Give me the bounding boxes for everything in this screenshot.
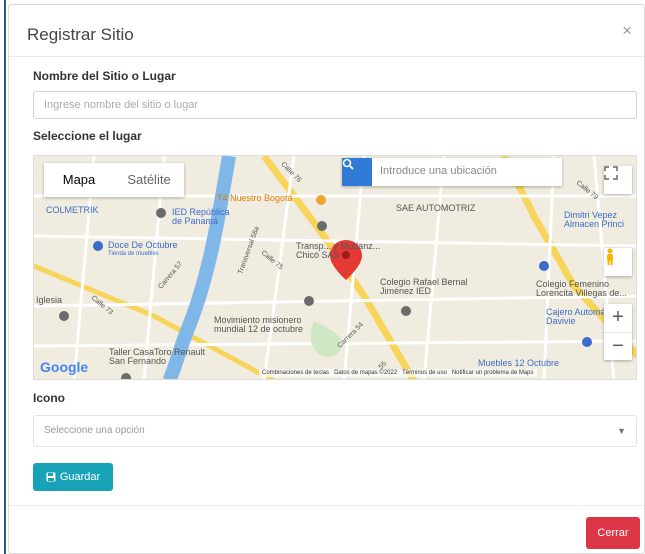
map-type-satellite-button[interactable]: Satélite [114, 163, 184, 197]
map-poi: Doce De Octubre [108, 240, 178, 250]
save-label: Guardar [59, 471, 101, 483]
google-logo: Google [40, 359, 88, 375]
chevron-down-icon: ▼ [617, 426, 626, 436]
site-name-label: Nombre del Sitio o Lugar [33, 69, 176, 83]
search-icon[interactable] [342, 158, 372, 186]
map-search-input[interactable]: Introduce una ubicación [372, 158, 562, 186]
fullscreen-icon[interactable] [604, 166, 632, 194]
map-poi: Muebles 12 Octubre [478, 358, 560, 368]
save-button[interactable]: Guardar [33, 463, 113, 491]
map-poi: Cajero Automá Davivie [546, 307, 606, 326]
icon-label: Icono [33, 391, 65, 405]
site-name-input[interactable]: Ingrese nombre del sitio o lugar [33, 91, 637, 119]
place-label: Seleccione el lugar [33, 129, 142, 143]
map-poi: Dimitri Vepez Almacen Princi [564, 210, 625, 229]
icon-select-value: Seleccione una opción [44, 425, 145, 436]
map-poi: Transp... y Mudanz... Chicó SAS [296, 241, 381, 260]
terms-link[interactable]: Términos de uso [402, 370, 447, 376]
map-search-box: Introduce una ubicación [342, 158, 562, 186]
close-icon[interactable]: × [622, 21, 632, 41]
zoom-controls: + − [604, 304, 632, 360]
map-poi: Iglesia [36, 295, 63, 305]
floppy-disk-icon [46, 472, 56, 482]
zoom-in-icon[interactable]: + [604, 304, 632, 332]
map-poi: Taller CasaToro Renault San Fernando [109, 347, 206, 366]
map-poi: Colegio Femenino Lorencita Villegas de..… [536, 279, 627, 298]
map-type-toggle: Mapa Satélite [44, 163, 184, 197]
keyboard-shortcuts-link[interactable]: Combinaciones de teclas [262, 370, 329, 376]
modal-header: Registrar Sitio × [9, 5, 644, 57]
map-poi: T4 Nuestro Bogotá [217, 193, 293, 203]
street-view-pegman-icon[interactable] [604, 248, 632, 276]
map-data-text: Datos de mapas ©2022 [334, 370, 398, 376]
map-poi: SAE AUTOMOTRIZ [396, 203, 476, 213]
register-site-modal: Registrar Sitio × Nombre del Sitio o Lug… [8, 4, 645, 554]
report-problem-link[interactable]: Notificar un problema de Maps [452, 370, 534, 376]
footer-divider [9, 505, 644, 506]
map-poi: Movimiento misionero mundial 12 de octub… [214, 315, 304, 334]
map-poi: COLMETRIK [46, 205, 99, 215]
page-edge [0, 0, 6, 554]
map-widget[interactable]: T4 Nuestro Bogotá SAE AUTOMOTRIZ COLMETR… [33, 155, 637, 380]
icon-select[interactable]: Seleccione una opción ▼ [33, 415, 637, 447]
map-type-map-button[interactable]: Mapa [44, 163, 114, 197]
map-poi: Tienda de muebles [108, 251, 159, 257]
modal-title: Registrar Sitio [27, 25, 134, 44]
zoom-out-icon[interactable]: − [604, 331, 632, 361]
map-poi: Colegio Rafael Bernal Jiménez IED [380, 277, 468, 296]
map-poi: IED República de Panamá [172, 207, 230, 226]
google-wordmark: Google [40, 359, 89, 375]
map-attribution: Combinaciones de teclas Datos de mapas ©… [259, 369, 537, 377]
close-button[interactable]: Cerrar [586, 517, 640, 549]
